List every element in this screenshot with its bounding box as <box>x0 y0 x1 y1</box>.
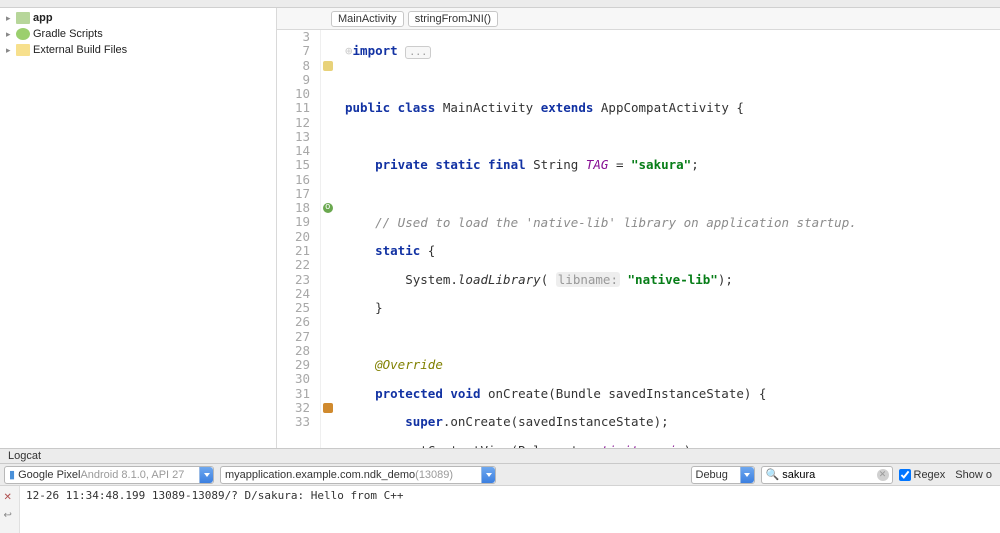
dropdown-arrow-icon[interactable] <box>481 467 495 483</box>
line-number-gutter: 3 7 8 9 10 11 12 13 14 15 16 17 18 19 20… <box>277 30 321 448</box>
marker-column <box>321 30 337 448</box>
external-files-icon <box>16 44 30 56</box>
breadcrumb-method[interactable]: stringFromJNI() <box>408 11 498 27</box>
search-icon: 🔍 <box>766 468 780 481</box>
class-gutter-icon <box>321 59 337 73</box>
device-icon: ▮ <box>9 468 15 481</box>
logcat-side-toolbar <box>0 486 20 533</box>
regex-label: Regex <box>914 469 946 481</box>
logcat-tab[interactable]: Logcat <box>0 448 1000 464</box>
log-line[interactable]: 12-26 11:34:48.199 13089-13089/? D/sakur… <box>20 486 1000 533</box>
tree-label: External Build Files <box>33 44 127 56</box>
log-level-value: Debug <box>696 469 728 481</box>
tree-label: Gradle Scripts <box>33 28 103 40</box>
logcat-search-input[interactable] <box>782 469 872 481</box>
dropdown-arrow-icon[interactable] <box>199 467 213 483</box>
main-split: ▸ app ▸ Gradle Scripts ▸ External Build … <box>0 8 1000 448</box>
project-tree[interactable]: ▸ app ▸ Gradle Scripts ▸ External Build … <box>0 8 277 448</box>
breadcrumb-class[interactable]: MainActivity <box>331 11 404 27</box>
log-level-selector[interactable]: Debug <box>691 466 755 484</box>
regex-toggle[interactable]: Regex <box>899 469 946 481</box>
override-gutter-icon <box>321 201 337 215</box>
native-gutter-icon <box>321 401 337 415</box>
expand-arrow-icon[interactable]: ▸ <box>6 29 16 40</box>
tree-label: app <box>33 12 53 24</box>
device-name: Google Pixel <box>18 469 80 481</box>
tree-item-gradle[interactable]: ▸ Gradle Scripts <box>0 26 276 42</box>
scroll-to-end-icon[interactable] <box>4 507 16 519</box>
expand-arrow-icon[interactable]: ▸ <box>6 13 16 24</box>
breadcrumb-bar: MainActivity stringFromJNI() <box>277 8 1000 30</box>
device-api: Android 8.1.0, API 27 <box>80 469 184 481</box>
process-pid: (13089) <box>415 469 453 481</box>
folder-icon <box>16 12 30 24</box>
tree-item-external[interactable]: ▸ External Build Files <box>0 42 276 58</box>
code-text[interactable]: ⊕import ... public class MainActivity ex… <box>337 30 1000 448</box>
logcat-toolbar: ▮ Google Pixel Android 8.1.0, API 27 mya… <box>0 464 1000 486</box>
param-hint: libname: <box>556 272 620 287</box>
process-name: myapplication.example.com.ndk_demo <box>225 469 415 481</box>
filter-selector[interactable]: Show o <box>951 469 996 481</box>
clear-log-icon[interactable] <box>4 489 16 501</box>
clear-search-icon[interactable]: ✕ <box>877 469 889 481</box>
editor-tabs-strip <box>0 0 1000 8</box>
logcat-search[interactable]: 🔍 ✕ <box>761 466 893 484</box>
code-area[interactable]: 3 7 8 9 10 11 12 13 14 15 16 17 18 19 20… <box>277 30 1000 448</box>
dropdown-arrow-icon[interactable] <box>740 467 754 483</box>
logcat-output: 12-26 11:34:48.199 13089-13089/? D/sakur… <box>0 486 1000 533</box>
tree-item-app[interactable]: ▸ app <box>0 10 276 26</box>
regex-checkbox[interactable] <box>899 469 911 481</box>
device-selector[interactable]: ▮ Google Pixel Android 8.1.0, API 27 <box>4 466 214 484</box>
editor-panel: MainActivity stringFromJNI() 3 7 8 9 10 … <box>277 8 1000 448</box>
process-selector[interactable]: myapplication.example.com.ndk_demo (1308… <box>220 466 496 484</box>
gradle-icon <box>16 28 30 40</box>
expand-arrow-icon[interactable]: ▸ <box>6 45 16 56</box>
fold-ellipsis[interactable]: ... <box>405 46 431 59</box>
